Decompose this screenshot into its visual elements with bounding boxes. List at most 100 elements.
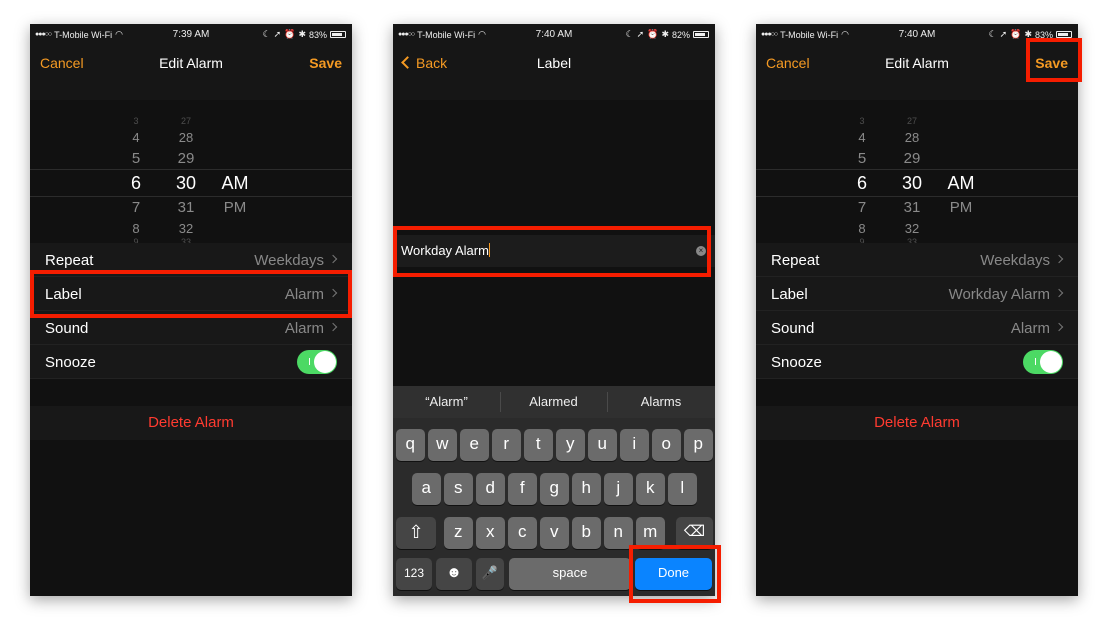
key-b[interactable]: b xyxy=(572,517,601,549)
snooze-toggle[interactable] xyxy=(1023,350,1063,374)
nav-bar xyxy=(30,44,352,100)
done-key[interactable]: Done xyxy=(635,558,712,590)
picker-hour[interactable]: 8 xyxy=(858,221,865,236)
key-o[interactable]: o xyxy=(652,429,681,461)
battery-icon xyxy=(693,31,709,38)
picker-minute[interactable]: 32 xyxy=(905,221,919,236)
key-t[interactable]: t xyxy=(524,429,553,461)
key-g[interactable]: g xyxy=(540,473,569,505)
label-row[interactable]: Label Alarm xyxy=(30,277,352,311)
picker-minute[interactable]: 31 xyxy=(178,199,195,216)
status-bar: ●●●○○ T-Mobile Wi-Fi ◠ 7:40 AM ☾ ➚ ⏰ ✱ 83% xyxy=(756,24,1078,44)
suggestion-item[interactable]: Alarmed xyxy=(500,386,607,418)
suggestion-item[interactable]: “Alarm” xyxy=(393,386,500,418)
cancel-button[interactable]: Cancel xyxy=(40,55,84,71)
label-input[interactable]: Workday Alarm × xyxy=(393,235,715,267)
key-m[interactable]: m xyxy=(636,517,665,549)
sound-row[interactable]: Sound Alarm xyxy=(756,311,1078,345)
time-picker[interactable]: 3 4 5 6 7 8 9 27 28 29 30 31 32 33 AM PM xyxy=(756,100,1078,250)
key-s[interactable]: s xyxy=(444,473,473,505)
key-x[interactable]: x xyxy=(476,517,505,549)
key-j[interactable]: j xyxy=(604,473,633,505)
key-q[interactable]: q xyxy=(396,429,425,461)
picker-minute[interactable]: 31 xyxy=(904,199,921,216)
picker-am[interactable]: AM xyxy=(222,173,249,194)
picker-minute[interactable]: 32 xyxy=(179,221,193,236)
delete-alarm-button[interactable]: Delete Alarm xyxy=(756,406,1078,440)
location-icon: ➚ xyxy=(273,29,282,39)
picker-minute[interactable]: 27 xyxy=(181,116,191,126)
clear-text-icon[interactable]: × xyxy=(696,246,706,256)
picker-minute[interactable]: 28 xyxy=(905,130,919,145)
picker-hour[interactable]: 3 xyxy=(859,116,864,126)
key-n[interactable]: n xyxy=(604,517,633,549)
repeat-row[interactable]: Repeat Weekdays xyxy=(756,243,1078,277)
picker-minute[interactable]: 27 xyxy=(907,116,917,126)
suggestion-item[interactable]: Alarms xyxy=(607,386,715,418)
picker-minute-selected[interactable]: 30 xyxy=(902,173,922,194)
microphone-key[interactable]: 🎤 xyxy=(476,558,504,590)
picker-hour[interactable]: 4 xyxy=(132,130,139,145)
shift-key[interactable]: ⇧ xyxy=(396,517,436,549)
moon-icon: ☾ xyxy=(625,29,634,39)
key-l[interactable]: l xyxy=(668,473,697,505)
key-e[interactable]: e xyxy=(460,429,489,461)
picker-am[interactable]: AM xyxy=(948,173,975,194)
numbers-key[interactable]: 123 xyxy=(396,558,432,590)
battery-percent: 83% xyxy=(308,29,327,40)
key-a[interactable]: a xyxy=(412,473,441,505)
key-w[interactable]: w xyxy=(428,429,457,461)
time-picker[interactable]: 3 4 5 6 7 8 9 27 28 29 30 31 32 33 AM PM xyxy=(30,100,352,250)
snooze-label: Snooze xyxy=(45,354,96,371)
label-label: Label xyxy=(45,286,82,303)
emoji-key[interactable]: ☻ xyxy=(436,558,472,590)
picker-hour[interactable]: 5 xyxy=(858,150,866,167)
save-button[interactable]: Save xyxy=(309,55,342,71)
picker-minute-selected[interactable]: 30 xyxy=(176,173,196,194)
picker-hour[interactable]: 3 xyxy=(133,116,138,126)
snooze-toggle[interactable] xyxy=(297,350,337,374)
delete-alarm-button[interactable]: Delete Alarm xyxy=(30,406,352,440)
picker-pm[interactable]: PM xyxy=(224,199,247,216)
bluetooth-icon: ✱ xyxy=(298,29,306,39)
repeat-row[interactable]: Repeat Weekdays xyxy=(30,243,352,277)
key-z[interactable]: z xyxy=(444,517,473,549)
picker-hour-selected[interactable]: 6 xyxy=(857,173,867,194)
picker-hour[interactable]: 5 xyxy=(132,150,140,167)
picker-hour[interactable]: 8 xyxy=(132,221,139,236)
key-f[interactable]: f xyxy=(508,473,537,505)
backspace-key[interactable]: ⌫ xyxy=(676,517,713,549)
chevron-right-icon xyxy=(328,288,338,298)
key-d[interactable]: d xyxy=(476,473,505,505)
chevron-right-icon xyxy=(1054,288,1064,298)
label-value: Alarm xyxy=(284,286,324,303)
picker-minute[interactable]: 29 xyxy=(178,150,195,167)
key-r[interactable]: r xyxy=(492,429,521,461)
key-v[interactable]: v xyxy=(540,517,569,549)
picker-hour-selected[interactable]: 6 xyxy=(131,173,141,194)
key-u[interactable]: u xyxy=(588,429,617,461)
key-i[interactable]: i xyxy=(620,429,649,461)
sound-row[interactable]: Sound Alarm xyxy=(30,311,352,345)
battery-icon xyxy=(330,31,346,38)
repeat-label: Repeat xyxy=(771,252,820,269)
save-button[interactable]: Save xyxy=(1035,55,1068,71)
sound-label: Sound xyxy=(45,320,89,337)
picker-hour[interactable]: 7 xyxy=(132,199,140,216)
back-button[interactable]: Back xyxy=(401,55,447,71)
picker-minute[interactable]: 29 xyxy=(904,150,921,167)
moon-icon: ☾ xyxy=(262,29,271,39)
nav-bar xyxy=(756,44,1078,100)
cancel-button[interactable]: Cancel xyxy=(766,55,810,71)
space-key[interactable]: space xyxy=(509,558,631,590)
key-h[interactable]: h xyxy=(572,473,601,505)
picker-hour[interactable]: 7 xyxy=(858,199,866,216)
label-row[interactable]: Label Workday Alarm xyxy=(756,277,1078,311)
picker-minute[interactable]: 28 xyxy=(179,130,193,145)
key-c[interactable]: c xyxy=(508,517,537,549)
key-y[interactable]: y xyxy=(556,429,585,461)
picker-hour[interactable]: 4 xyxy=(858,130,865,145)
key-k[interactable]: k xyxy=(636,473,665,505)
picker-pm[interactable]: PM xyxy=(950,199,973,216)
key-p[interactable]: p xyxy=(684,429,713,461)
